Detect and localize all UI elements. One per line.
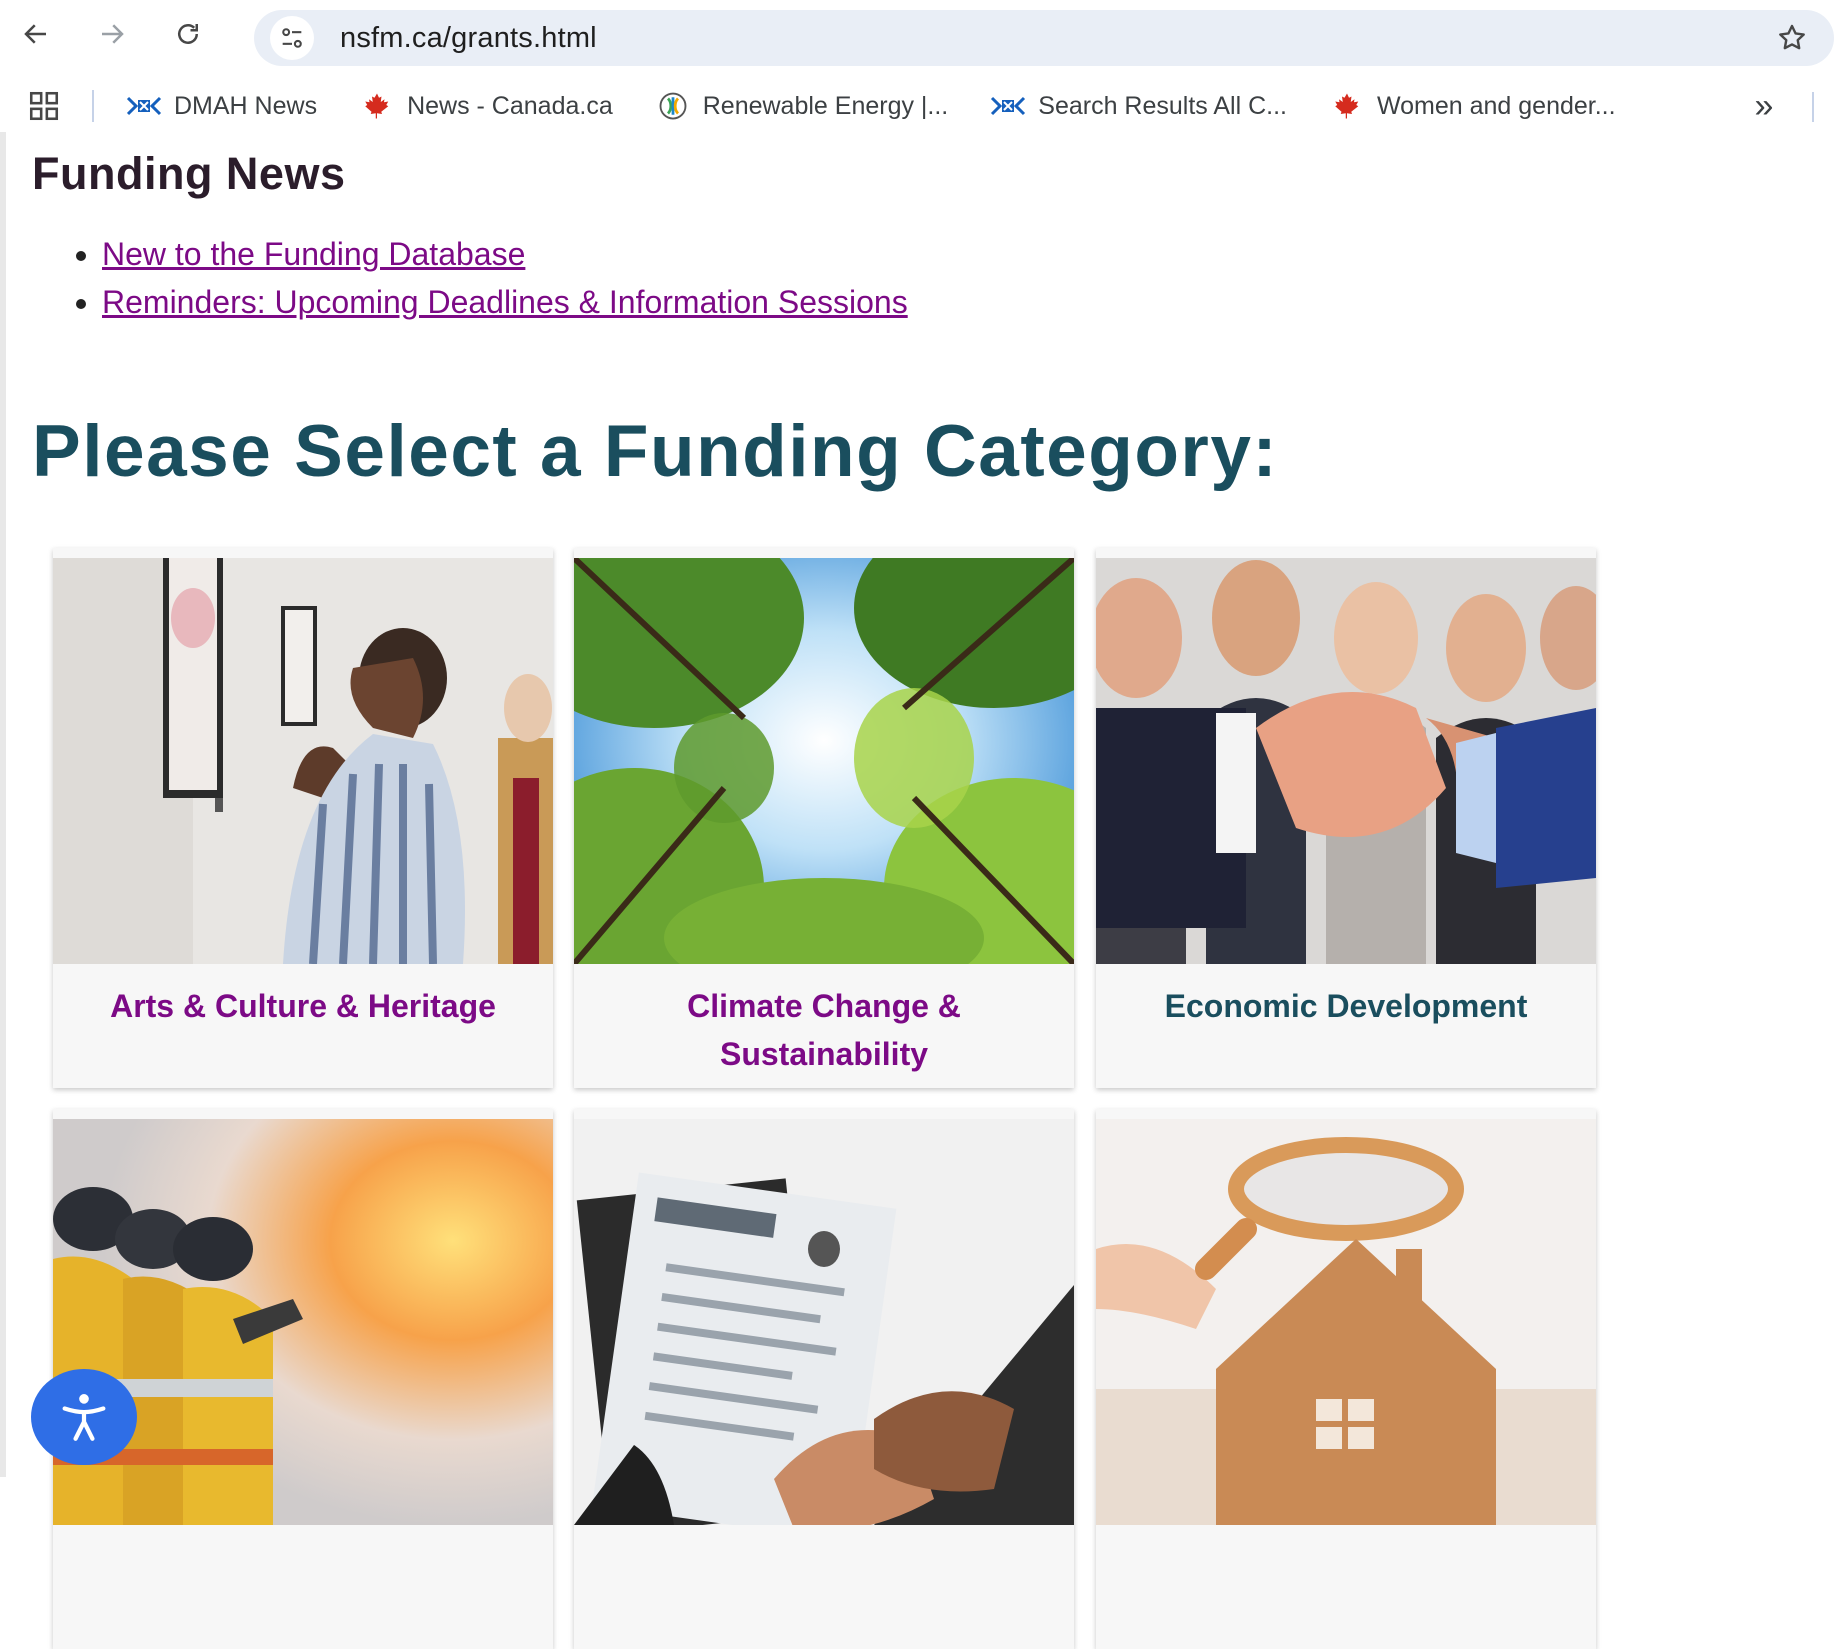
link-reminders-deadlines[interactable]: Reminders: Upcoming Deadlines & Informat… [102, 284, 908, 320]
bookmarks-end-divider [1812, 92, 1814, 122]
more-bookmarks-button[interactable]: » [1744, 86, 1784, 126]
bookmark-women-gender[interactable]: Women and gender... [1317, 84, 1628, 128]
chevron-double-right-icon: » [1754, 87, 1774, 125]
reload-icon [178, 24, 198, 44]
accessibility-person-icon [62, 1394, 106, 1441]
category-card-housing[interactable] [1096, 1109, 1596, 1649]
funding-news-list: New to the Funding Database Reminders: U… [62, 230, 908, 326]
select-category-heading: Please Select a Funding Category: [32, 411, 1279, 492]
arrow-left-icon [24, 24, 46, 44]
category-card-arts[interactable]: Arts & Culture & Heritage [53, 548, 553, 1088]
accessibility-button[interactable] [31, 1369, 137, 1465]
funding-news-heading: Funding News [32, 148, 346, 199]
bookmarks-bar: DMAH News News - Canada.ca Renewable Ene… [0, 80, 1844, 132]
resume-handshake-image [574, 1119, 1074, 1525]
ns-flag-icon [990, 92, 1026, 120]
list-item: Reminders: Upcoming Deadlines & Informat… [102, 278, 908, 326]
maple-leaf-icon [1329, 92, 1365, 120]
address-bar[interactable]: nsfm.ca/grants.html [254, 10, 1834, 66]
bookmark-news-canada[interactable]: News - Canada.ca [347, 84, 625, 128]
house-magnifier-image [1096, 1119, 1596, 1525]
category-card-economic[interactable]: Economic Development [1096, 548, 1596, 1088]
category-card-emergency[interactable] [53, 1109, 553, 1649]
url-text[interactable]: nsfm.ca/grants.html [340, 22, 597, 55]
category-card-employment[interactable] [574, 1109, 1074, 1649]
arrow-right-icon [102, 24, 124, 44]
apps-grid-icon[interactable] [24, 86, 64, 126]
forward-button[interactable] [84, 6, 140, 62]
bookmark-renewable-energy[interactable]: Renewable Energy |... [643, 84, 961, 128]
category-label-arts: Arts & Culture & Heritage [110, 988, 496, 1024]
category-label-climate: Climate Change & Sustainability [687, 988, 961, 1072]
site-settings-icon[interactable] [270, 16, 314, 60]
maple-leaf-icon [359, 92, 395, 120]
reload-button[interactable] [160, 6, 216, 62]
business-handshake-image [1096, 558, 1596, 964]
back-button[interactable] [8, 6, 64, 62]
forest-canopy-image [574, 558, 1074, 964]
ns-flag-icon [126, 92, 162, 120]
gallery-visitor-image [53, 558, 553, 964]
bookmark-star-icon[interactable] [1776, 22, 1808, 54]
firefighters-image [53, 1119, 553, 1525]
list-item: New to the Funding Database [102, 230, 908, 278]
renewable-globe-icon [655, 92, 691, 120]
bookmark-dmah-news[interactable]: DMAH News [114, 84, 329, 128]
page-content: Funding News New to the Funding Database… [0, 132, 1844, 1649]
bookmark-search-results[interactable]: Search Results All C... [978, 84, 1299, 128]
category-card-climate[interactable]: Climate Change & Sustainability [574, 548, 1074, 1088]
bookmarks-divider [92, 90, 94, 122]
browser-toolbar: nsfm.ca/grants.html [0, 0, 1844, 68]
category-label-economic: Economic Development [1164, 988, 1528, 1024]
link-new-to-database[interactable]: New to the Funding Database [102, 236, 525, 272]
